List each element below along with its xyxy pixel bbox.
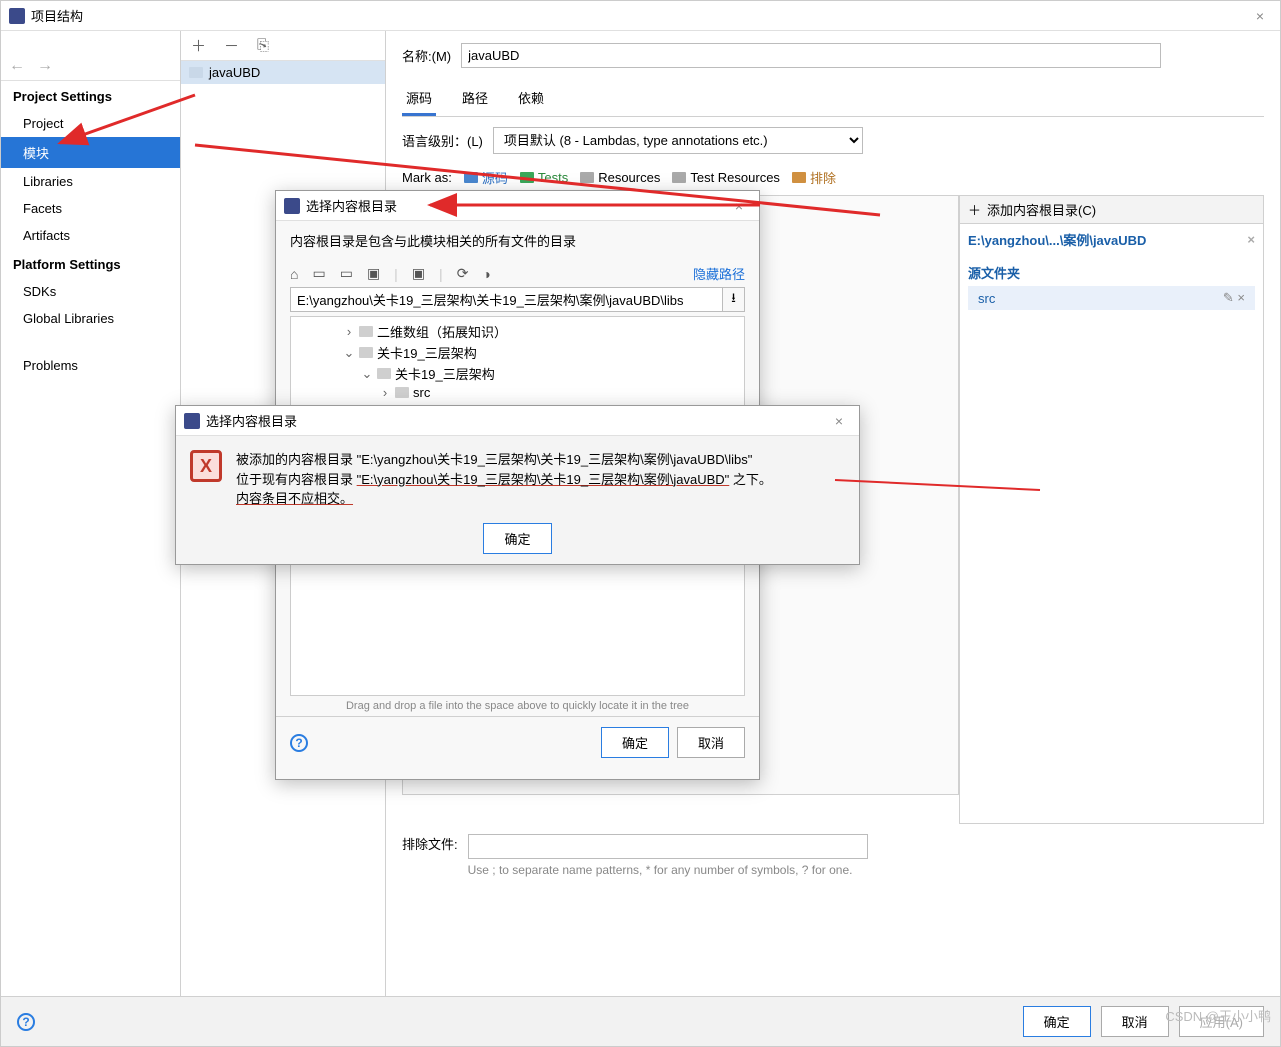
copy-module-icon[interactable]: ⎘ <box>257 37 269 54</box>
dialog1-title: 选择内容根目录 <box>306 196 397 215</box>
newfolder-icon[interactable]: ▣ <box>367 265 380 282</box>
delete-icon[interactable]: ▣ <box>412 265 425 282</box>
watermark: CSDN @王小小鸭 <box>1165 1006 1271 1025</box>
ok-button[interactable]: 确定 <box>1023 1006 1091 1037</box>
content-root-panel: E:\yangzhou\...\案例\javaUBD × 源文件夹 src ✎ … <box>959 224 1264 824</box>
app-icon <box>9 8 25 24</box>
dialog1-description: 内容根目录是包含与此模块相关的所有文件的目录 <box>276 221 759 260</box>
mark-resources[interactable]: Resources <box>580 170 660 185</box>
sidebar-item-facets[interactable]: Facets <box>1 195 180 222</box>
dialog-icon <box>284 198 300 214</box>
exclude-hint: Use ; to separate name patterns, * for a… <box>468 863 868 877</box>
error-icon: X <box>190 450 222 482</box>
language-level-label: 语言级别：(L) <box>402 131 483 150</box>
dialog2-title: 选择内容根目录 <box>206 411 297 430</box>
mark-excluded[interactable]: 排除 <box>792 168 836 187</box>
back-icon[interactable]: ← <box>9 57 25 75</box>
tab-deps[interactable]: 依赖 <box>514 82 548 116</box>
add-content-root-button[interactable]: ＋ 添加内容根目录(C) <box>959 195 1264 224</box>
dialog1-cancel-button[interactable]: 取消 <box>677 727 745 758</box>
mark-tests[interactable]: Tests <box>520 170 568 185</box>
edit-icon[interactable]: ✎ × <box>1223 290 1245 306</box>
content-root-path: E:\yangzhou\...\案例\javaUBD <box>968 230 1146 249</box>
main-titlebar: 项目结构 × <box>1 1 1280 31</box>
drag-hint: Drag and drop a file into the space abov… <box>280 700 755 712</box>
dialog2-close-icon[interactable]: × <box>827 413 851 429</box>
exclude-files-label: 排除文件: <box>402 834 458 853</box>
hide-path-link[interactable]: 隐藏路径 <box>693 264 745 283</box>
tree-node[interactable]: ⌄关卡19_三层架构 <box>295 342 740 363</box>
mark-as-row: Mark as: 源码 Tests Resources Test Resourc… <box>402 168 1264 187</box>
dialog2-ok-button[interactable]: 确定 <box>483 523 551 554</box>
sidebar-item-sdks[interactable]: SDKs <box>1 278 180 305</box>
window-title: 项目结构 <box>31 6 83 25</box>
name-label: 名称:(M) <box>402 46 451 65</box>
tree-node[interactable]: ›二维数组（拓展知识） <box>295 321 740 342</box>
mark-as-label: Mark as: <box>402 170 452 185</box>
project-settings-header: Project Settings <box>1 81 180 110</box>
path-history-icon[interactable]: ⭳ <box>723 287 745 312</box>
error-message: 被添加的内容根目录 "E:\yangzhou\关卡19_三层架构\关卡19_三层… <box>236 450 772 509</box>
platform-settings-header: Platform Settings <box>1 249 180 278</box>
module-name-input[interactable] <box>461 43 1161 68</box>
sidebar-item-artifacts[interactable]: Artifacts <box>1 222 180 249</box>
help-icon[interactable]: ? <box>17 1013 35 1031</box>
main-button-bar: ? 确定 取消 应用(A) <box>1 996 1280 1046</box>
exclude-files-input[interactable] <box>468 834 868 859</box>
sidebar-item-libraries[interactable]: Libraries <box>1 168 180 195</box>
mark-test-resources[interactable]: Test Resources <box>672 170 780 185</box>
source-folders-header: 源文件夹 <box>968 263 1255 282</box>
language-level-select[interactable]: 项目默认 (8 - Lambdas, type annotations etc.… <box>493 127 863 154</box>
module-item-javaubd[interactable]: javaUBD <box>181 61 385 84</box>
tree-node[interactable]: ⌄关卡19_三层架构 <box>295 363 740 384</box>
settings-sidebar: ← → Project Settings Project 模块 Librarie… <box>1 31 181 996</box>
remove-module-icon[interactable]: － <box>224 35 239 56</box>
dialog1-toolbar: ⌂ ▭ ▭ ▣ | ▣ | ⟳ ◑ 隐藏路径 <box>276 260 759 287</box>
tree-node[interactable]: ›src <box>295 384 740 401</box>
nav-history: ← → <box>1 51 180 81</box>
mark-sources[interactable]: 源码 <box>464 168 508 187</box>
tab-paths[interactable]: 路径 <box>458 82 492 116</box>
forward-icon[interactable]: → <box>37 57 53 75</box>
refresh-icon[interactable]: ⟳ <box>457 265 469 282</box>
error-dialog: 选择内容根目录 × X 被添加的内容根目录 "E:\yangzhou\关卡19_… <box>175 405 860 565</box>
remove-content-root-icon[interactable]: × <box>1247 232 1255 247</box>
close-icon[interactable]: × <box>1248 8 1272 24</box>
showhidden-icon[interactable]: ◑ <box>482 266 490 282</box>
sidebar-item-problems[interactable]: Problems <box>1 352 180 379</box>
cancel-button[interactable]: 取消 <box>1101 1006 1169 1037</box>
sidebar-item-globallibs[interactable]: Global Libraries <box>1 305 180 332</box>
sidebar-item-modules[interactable]: 模块 <box>1 137 180 168</box>
add-module-icon[interactable]: ＋ <box>191 35 206 56</box>
home-icon[interactable]: ⌂ <box>290 266 298 282</box>
source-folder-src[interactable]: src ✎ × <box>968 286 1255 310</box>
dialog1-close-icon[interactable]: × <box>727 198 751 214</box>
error-dialog-icon <box>184 413 200 429</box>
path-input[interactable] <box>290 287 723 312</box>
dialog1-help-icon[interactable]: ? <box>290 734 308 752</box>
tab-source[interactable]: 源码 <box>402 82 436 116</box>
detail-tabs: 源码 路径 依赖 <box>402 82 1264 117</box>
sidebar-item-project[interactable]: Project <box>1 110 180 137</box>
module-toolbar: ＋ － ⎘ <box>181 31 385 61</box>
plus-icon: ＋ <box>968 200 981 219</box>
project-icon[interactable]: ▭ <box>340 265 353 282</box>
folder-icon <box>189 67 203 78</box>
desktop-icon[interactable]: ▭ <box>312 265 325 282</box>
module-name: javaUBD <box>209 65 260 80</box>
dialog1-ok-button[interactable]: 确定 <box>601 727 669 758</box>
